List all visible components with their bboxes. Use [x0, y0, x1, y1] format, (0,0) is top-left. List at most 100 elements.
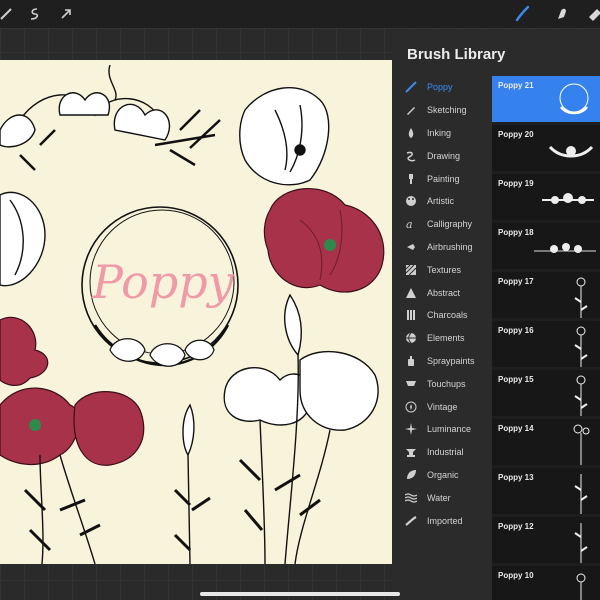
category-label: Poppy [427, 82, 453, 93]
charcoal-icon [404, 308, 418, 322]
anvil-icon [404, 445, 418, 459]
category-label: Painting [427, 173, 460, 184]
brush-item-poppy-18[interactable]: Poppy 18 [492, 223, 600, 272]
category-label: Industrial [427, 447, 464, 458]
category-water[interactable]: Water [392, 486, 492, 509]
brush-item-poppy-16[interactable]: Poppy 16 [492, 321, 600, 370]
globe-icon [404, 331, 418, 345]
brush-name: Poppy 14 [498, 424, 534, 433]
category-label: Inking [427, 127, 452, 138]
poppy-stem-icon [574, 375, 588, 416]
poppy-stem-icon [574, 326, 588, 367]
brush-list: Poppy 21 Poppy 20 Poppy 19 Poppy 18 Popp… [492, 76, 600, 600]
brush-name: Poppy 13 [498, 473, 534, 482]
category-calligraphy[interactable]: a Calligraphy [392, 213, 492, 236]
brush-name: Poppy 12 [498, 522, 534, 531]
category-label: Calligraphy [427, 219, 473, 230]
brush-item-poppy-12[interactable]: Poppy 12 [492, 517, 600, 566]
poppy-stem-icon [574, 523, 588, 563]
brush-item-poppy-21[interactable]: Poppy 21 [492, 76, 600, 125]
brush-item-poppy-17[interactable]: Poppy 17 [492, 272, 600, 321]
ink-drop-icon [404, 126, 418, 140]
poppy-bud-illustration [0, 191, 46, 287]
category-sketching[interactable]: Sketching [392, 99, 492, 122]
brush-name: Poppy 19 [498, 179, 534, 188]
paintbrush-icon [404, 172, 418, 186]
category-label: Airbrushing [427, 241, 473, 252]
drawing-canvas[interactable]: Poppy [0, 60, 392, 564]
category-airbrushing[interactable]: Airbrushing [392, 236, 492, 259]
category-label: Sketching [427, 105, 467, 116]
category-industrial[interactable]: Industrial [392, 441, 492, 464]
sparkle-icon [404, 422, 418, 436]
category-label: Vintage [427, 401, 458, 412]
poppy-stem-icon [574, 277, 588, 318]
brush-name: Poppy 18 [498, 228, 534, 237]
brush-item-poppy-10[interactable]: Poppy 10 [492, 566, 600, 600]
category-luminance[interactable]: Luminance [392, 418, 492, 441]
category-label: Elements [427, 333, 465, 344]
category-label: Organic [427, 469, 459, 480]
floral-swag-icon [548, 145, 594, 158]
category-vintage[interactable]: Vintage [392, 395, 492, 418]
category-label: Drawing [427, 150, 461, 161]
brush-item-poppy-14[interactable]: Poppy 14 [492, 419, 600, 468]
adjustments-icon[interactable] [0, 4, 16, 24]
category-drawing[interactable]: Drawing [392, 144, 492, 167]
category-elements[interactable]: Elements [392, 327, 492, 350]
poppy-stem-icon [576, 573, 586, 600]
category-touchups[interactable]: Touchups [392, 372, 492, 395]
category-label: Water [427, 492, 451, 503]
category-label: Charcoals [427, 310, 468, 321]
pencil-icon [404, 103, 418, 117]
category-label: Luminance [427, 424, 472, 435]
imported-stroke-icon [404, 514, 418, 528]
category-imported[interactable]: Imported [392, 509, 492, 532]
palette-icon [404, 194, 418, 208]
brush-library-panel: Brush Library Poppy Sketching Inking Dra… [392, 30, 600, 600]
category-textures[interactable]: Textures [392, 258, 492, 281]
poppy-stem-icon [573, 424, 590, 465]
wreath-text: Poppy [91, 255, 235, 309]
wreath-icon [559, 83, 589, 115]
category-label: Textures [427, 264, 462, 275]
transform-icon[interactable] [56, 4, 76, 24]
star-badge-icon [404, 400, 418, 414]
touchup-icon [404, 377, 418, 391]
category-charcoals[interactable]: Charcoals [392, 304, 492, 327]
home-indicator[interactable] [200, 592, 400, 596]
brush-item-poppy-13[interactable]: Poppy 13 [492, 468, 600, 517]
category-poppy[interactable]: Poppy [392, 76, 492, 99]
poppy-stem-icon [574, 474, 588, 514]
category-abstract[interactable]: Abstract [392, 281, 492, 304]
spraycan-icon [404, 354, 418, 368]
calligraphy-icon: a [404, 217, 418, 231]
category-painting[interactable]: Painting [392, 167, 492, 190]
poppy-outline-illustration [239, 86, 330, 186]
triangle-icon [404, 286, 418, 300]
category-inking[interactable]: Inking [392, 122, 492, 145]
brush-item-poppy-20[interactable]: Poppy 20 [492, 125, 600, 174]
brush-item-poppy-15[interactable]: Poppy 15 [492, 370, 600, 419]
brush-tool-icon[interactable] [512, 4, 532, 24]
category-artistic[interactable]: Artistic [392, 190, 492, 213]
selection-icon[interactable] [24, 4, 44, 24]
texture-icon [404, 263, 418, 277]
floral-divider-icon [534, 243, 596, 253]
category-label: Abstract [427, 287, 461, 298]
smudge-tool-icon[interactable] [552, 4, 572, 24]
eraser-tool-icon[interactable] [584, 4, 600, 24]
top-toolbar [0, 0, 600, 28]
brush-category-list: Poppy Sketching Inking Drawing Painting … [392, 76, 492, 532]
category-spraypaints[interactable]: Spraypaints [392, 350, 492, 373]
poppy-swag-illustration [0, 64, 221, 171]
brush-item-poppy-19[interactable]: Poppy 19 [492, 174, 600, 223]
waves-icon [404, 491, 418, 505]
panel-title: Brush Library [407, 46, 506, 63]
leaf-icon [404, 468, 418, 482]
airbrush-icon [404, 240, 418, 254]
squiggle-icon [404, 149, 418, 163]
brush-name: Poppy 15 [498, 375, 534, 384]
category-organic[interactable]: Organic [392, 464, 492, 487]
category-label: Touchups [427, 378, 466, 389]
